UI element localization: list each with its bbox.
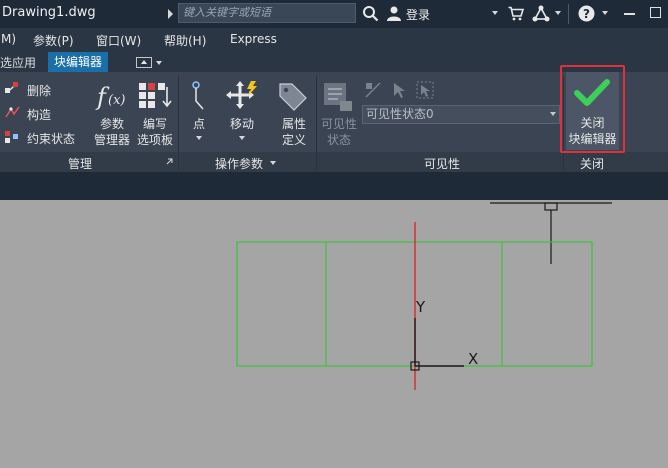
move-button[interactable]: 移动 (224, 117, 260, 132)
maximize-icon[interactable] (650, 7, 661, 18)
grip-square[interactable] (544, 202, 558, 211)
param-manager-label-2[interactable]: 管理器 (91, 133, 133, 148)
action-params-dropdown-icon[interactable] (270, 161, 276, 165)
write-palette-label-2[interactable]: 选项板 (132, 133, 178, 148)
make-visible-icon (394, 83, 405, 98)
write-palette-label-1[interactable]: 编写 (136, 117, 174, 132)
tab-featured-apps[interactable]: 选应用 (0, 54, 36, 71)
svg-text:?: ? (583, 7, 590, 21)
construct-icon (5, 106, 20, 118)
svg-text:(x): (x) (108, 93, 125, 108)
search-input[interactable]: 键入关键字或短语 (178, 3, 356, 23)
user-icon[interactable] (386, 5, 402, 21)
menu-bar: M) 参数(P) 窗口(W) 帮助(H) Express (0, 28, 668, 50)
visibility-state-icon (324, 83, 352, 111)
title-bar: Drawing1.dwg 键入关键字或短语 登录 ? (0, 0, 668, 28)
param-manager-label-1[interactable]: 参数 (93, 117, 131, 132)
construct-button[interactable]: 构造 (27, 106, 51, 123)
menu-modify[interactable]: M) (1, 32, 16, 46)
point-parameter-icon (192, 81, 204, 110)
panel-title-action-params: 操作参数 (215, 157, 264, 171)
panel-divider (178, 76, 179, 170)
delete-button[interactable]: 删除 (27, 82, 51, 99)
close-button-highlight (560, 65, 625, 153)
panel-title-visibility: 可见性 (424, 157, 461, 171)
point-button[interactable]: 点 (189, 117, 209, 132)
menu-help[interactable]: 帮助(H) (164, 32, 206, 49)
constraint-status-icon (5, 131, 18, 143)
function-icon: f (x) (95, 83, 125, 111)
visibility-state-label-2[interactable]: 状态 (318, 133, 360, 148)
panel-toggle-dropdown-icon[interactable] (156, 61, 162, 65)
panel-toggle-icon[interactable] (136, 57, 152, 68)
constraint-status-button[interactable]: 约束状态 (27, 130, 75, 147)
panel-title-close: 关闭 (580, 157, 605, 171)
attribute-def-label-2[interactable]: 定义 (276, 133, 312, 148)
delete-icon (5, 82, 18, 93)
login-link[interactable]: 登录 (406, 6, 430, 23)
move-dropdown-icon[interactable] (239, 136, 245, 140)
panel-divider (316, 76, 317, 170)
drawing-canvas[interactable]: Y X (0, 200, 668, 468)
cart-icon[interactable] (508, 6, 524, 21)
move-icon (226, 81, 257, 109)
palette-grid-icon (139, 83, 172, 108)
visibility-state-dropdown-icon[interactable] (550, 112, 556, 116)
share-icon[interactable] (532, 5, 550, 22)
share-dropdown-icon[interactable] (555, 11, 561, 15)
minimize-icon[interactable] (624, 13, 635, 15)
tab-block-editor[interactable]: 块编辑器 (48, 52, 109, 72)
ribbon-panel-titles (0, 152, 668, 172)
attribute-tag-icon (279, 83, 307, 111)
menu-window[interactable]: 窗口(W) (96, 32, 141, 49)
help-dropdown-icon[interactable] (602, 11, 608, 15)
titlebar-divider (568, 4, 569, 24)
document-title: Drawing1.dwg (2, 5, 96, 20)
attribute-def-label-1[interactable]: 属性 (276, 117, 312, 132)
menu-parameters[interactable]: 参数(P) (33, 32, 74, 49)
y-axis-label: Y (415, 298, 426, 316)
search-icon[interactable] (362, 5, 379, 22)
login-dropdown-icon[interactable] (492, 11, 498, 15)
point-dropdown-icon[interactable] (196, 136, 202, 140)
ribbon-bottom-strip (0, 172, 668, 200)
visibility-state-select[interactable]: 可见性状态0 (362, 105, 560, 124)
help-icon[interactable]: ? (578, 5, 595, 22)
x-axis-label: X (468, 350, 478, 368)
menu-express[interactable]: Express (230, 32, 277, 46)
panel-title-manage: 管理 (68, 157, 93, 171)
expand-arrow-icon[interactable] (168, 9, 173, 19)
panel-launcher-icon[interactable] (166, 158, 173, 165)
visibility-state-label-1[interactable]: 可见性 (318, 117, 360, 132)
visibility-mode-icon (365, 82, 381, 98)
make-invisible-icon (416, 81, 434, 99)
